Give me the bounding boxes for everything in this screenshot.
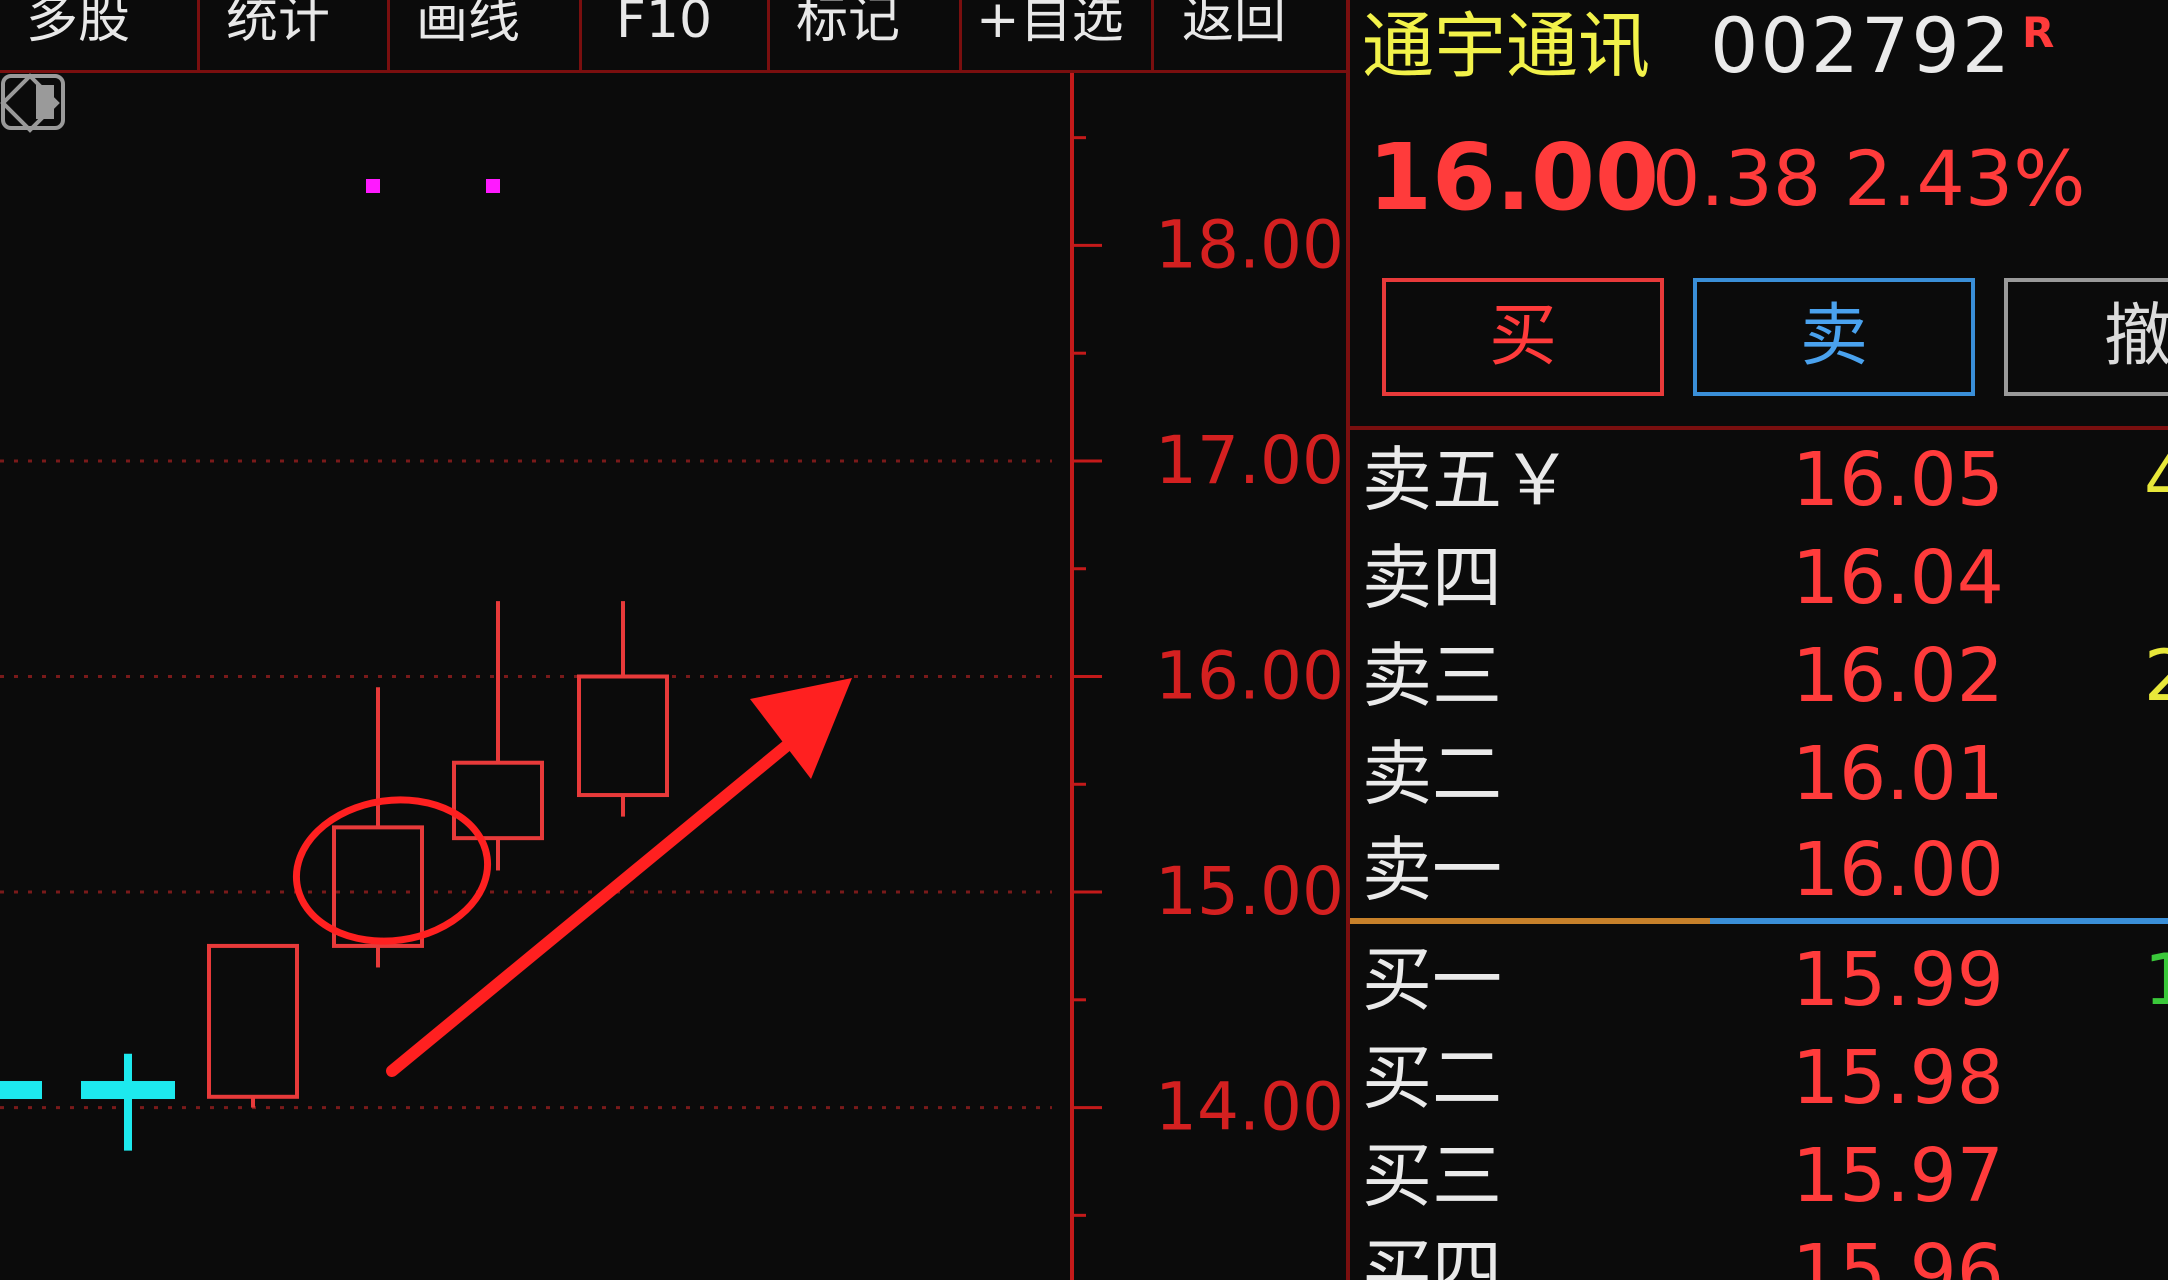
- stock-terminal: 多股 统计 画线 F10 标记 +自选 返回 18.00 17.00 16.00 15…: [0, 0, 2168, 1280]
- toolbar-draw-line-button[interactable]: 画线: [390, 0, 582, 70]
- toolbar-back-button[interactable]: 返回: [1154, 0, 1348, 70]
- cancel-order-button[interactable]: 撤: [2004, 278, 2168, 396]
- ask-price[interactable]: 16.05: [1792, 432, 2004, 528]
- toolbar-f10-button[interactable]: F10: [582, 0, 770, 70]
- candle-body: [0, 1081, 42, 1100]
- bid-price[interactable]: 15.98: [1792, 1030, 2004, 1126]
- y-axis-label: 17.00: [1155, 422, 1344, 499]
- ask-row: 卖五￥ 16.05 4: [1362, 432, 2168, 528]
- toolbar-stats-button[interactable]: 统计: [200, 0, 390, 70]
- bid-volume: 1: [2144, 939, 2168, 1021]
- bid-row: 买四 15.96: [1362, 1224, 2168, 1280]
- bid-price[interactable]: 15.97: [1792, 1128, 2004, 1224]
- panel-toggle-icon[interactable]: [0, 73, 66, 131]
- spread-bar-left: [1350, 918, 1710, 924]
- ask-price[interactable]: 16.02: [1792, 628, 2004, 724]
- candlestick-chart[interactable]: 18.00 17.00 16.00 15.00 14.00: [0, 73, 1348, 1280]
- sell-button[interactable]: 卖: [1693, 278, 1975, 396]
- bid-label: 买三: [1362, 1135, 1502, 1217]
- chart-svg: 18.00 17.00 16.00 15.00 14.00: [0, 73, 1344, 1280]
- ask-price[interactable]: 16.00: [1792, 822, 2004, 918]
- toolbar-add-watchlist-button[interactable]: +自选: [962, 0, 1154, 70]
- bid-label: 买二: [1362, 1037, 1502, 1119]
- panel-divider: [1346, 0, 1350, 1280]
- margin-flag-badge: R: [2022, 8, 2055, 57]
- bid-row: 买二 15.98: [1362, 1030, 2168, 1126]
- buy-button[interactable]: 买: [1382, 278, 1664, 396]
- y-axis-label: 15.00: [1155, 853, 1344, 930]
- bid-price[interactable]: 15.96: [1792, 1224, 2004, 1280]
- highlight-circle: [292, 796, 492, 945]
- candle-body: [207, 943, 299, 1099]
- bid-row: 买三 15.97: [1362, 1128, 2168, 1224]
- toolbar-multi-stock-button[interactable]: 多股: [0, 0, 200, 70]
- orderbook-top-divider: [1348, 426, 2168, 430]
- y-axis-label: 16.00: [1155, 638, 1344, 715]
- spread-bar-right: [1710, 918, 2168, 924]
- ask-label: 卖二: [1362, 733, 1502, 815]
- ask-label: 卖一: [1362, 829, 1502, 911]
- price-change: 0.38: [1652, 134, 1822, 223]
- ask-price[interactable]: 16.04: [1792, 530, 2004, 626]
- ask-row: 卖四 16.04: [1362, 530, 2168, 626]
- price-change-percent: 2.43%: [1844, 134, 2086, 223]
- ask-label: 卖三: [1362, 635, 1502, 717]
- ask-volume: 2: [2144, 635, 2168, 717]
- candle-body: [81, 1081, 175, 1100]
- ask-row: 卖一 16.00: [1362, 822, 2168, 918]
- ask-row: 卖三 16.02 2: [1362, 628, 2168, 724]
- ask-price[interactable]: 16.01: [1792, 726, 2004, 822]
- bid-label: 买四: [1362, 1231, 1502, 1280]
- stock-code: 002792: [1710, 1, 2013, 90]
- ask-label: 卖五￥: [1362, 439, 1572, 521]
- bid-price[interactable]: 15.99: [1792, 932, 2004, 1028]
- signal-marker: [366, 179, 380, 193]
- trend-arrow-shaft: [386, 737, 796, 1077]
- stock-name: 通宇通讯: [1362, 4, 1651, 88]
- candle-body: [577, 674, 669, 798]
- bid-row: 买一 15.99 1: [1362, 932, 2168, 1028]
- signal-marker: [486, 179, 500, 193]
- top-toolbar: 多股 统计 画线 F10 标记 +自选 返回: [0, 0, 1348, 73]
- ask-row: 卖二 16.01: [1362, 726, 2168, 822]
- current-price: 16.00: [1368, 124, 1660, 231]
- y-axis-label: 14.00: [1155, 1069, 1344, 1146]
- bid-label: 买一: [1362, 939, 1502, 1021]
- candle-body: [332, 825, 424, 948]
- ask-volume: 4: [2144, 439, 2168, 521]
- ask-label: 卖四: [1362, 537, 1502, 619]
- toolbar-mark-button[interactable]: 标记: [770, 0, 962, 70]
- y-axis-label: 18.00: [1155, 206, 1344, 283]
